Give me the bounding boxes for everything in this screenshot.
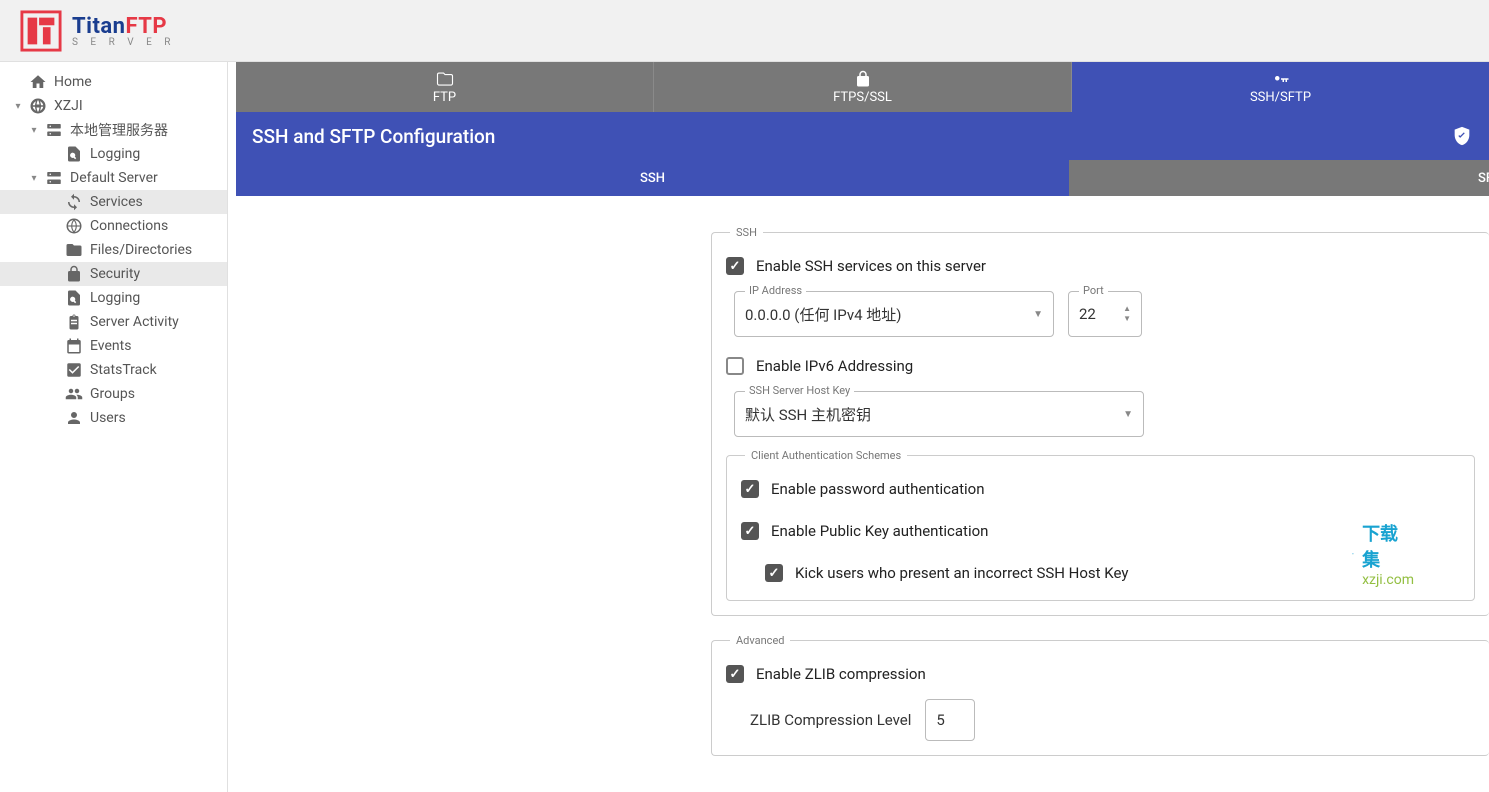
group-icon <box>64 384 84 404</box>
tree-admin-logging[interactable]: Logging <box>0 142 227 166</box>
advanced-fieldset: Advanced Enable ZLIB compression ZLIB Co… <box>711 634 1489 756</box>
subtab-ssh[interactable]: SSH <box>236 160 1069 196</box>
watermark-en: xzji.com <box>1362 572 1414 588</box>
step-up-icon[interactable]: ▲ <box>1123 305 1131 313</box>
tree-home[interactable]: Home <box>0 70 227 94</box>
sync-icon <box>64 192 84 212</box>
advanced-legend: Advanced <box>730 634 790 647</box>
tree-default-server[interactable]: ▾ Default Server <box>0 166 227 190</box>
content: FTP FTPS/SSL SSH/SFTP SSH and SFTP Confi… <box>236 62 1489 792</box>
ssh-legend: SSH <box>730 226 763 239</box>
watermark-cn: 下载集 <box>1362 520 1414 572</box>
kick-users-label: Kick users who present an incorrect SSH … <box>795 564 1128 582</box>
chevron-down-icon: ▼ <box>1123 409 1133 420</box>
ip-value: 0.0.0.0 (任何 IPv4 地址) <box>745 304 1033 325</box>
hostkey-label: SSH Server Host Key <box>745 384 854 397</box>
hostkey-value: 默认 SSH 主机密钥 <box>745 404 1123 425</box>
ip-label: IP Address <box>745 284 806 297</box>
zlib-level-input[interactable]: 5 <box>925 699 975 741</box>
search-doc-icon <box>64 288 84 308</box>
port-value: 22 <box>1079 305 1123 323</box>
folder-icon <box>64 240 84 260</box>
tree-security[interactable]: Security <box>0 262 227 286</box>
enable-ipv6-checkbox[interactable] <box>726 357 744 375</box>
zlib-level-value: 5 <box>936 711 964 729</box>
tree-services[interactable]: Services <box>0 190 227 214</box>
ssh-fieldset: SSH Enable SSH services on this server I… <box>711 226 1489 616</box>
key-icon <box>1272 70 1290 88</box>
tree-activity[interactable]: Server Activity <box>0 310 227 334</box>
shield-check-icon <box>1451 125 1473 147</box>
logo-icon <box>20 10 62 52</box>
tree-connections[interactable]: Connections <box>0 214 227 238</box>
zlib-level-label: ZLIB Compression Level <box>750 711 911 729</box>
tree-logging[interactable]: Logging <box>0 286 227 310</box>
tree-events[interactable]: Events <box>0 334 227 358</box>
calendar-icon <box>64 336 84 356</box>
step-down-icon[interactable]: ▼ <box>1123 315 1131 323</box>
config-titlebar: SSH and SFTP Configuration <box>236 112 1489 160</box>
subtab-sftp[interactable]: SF <box>1069 160 1489 196</box>
tab-ftp[interactable]: FTP <box>236 62 654 112</box>
port-label: Port <box>1079 284 1108 297</box>
kick-users-checkbox[interactable] <box>765 564 783 582</box>
server-icon <box>44 120 64 140</box>
tree-users[interactable]: Users <box>0 406 227 430</box>
pubkey-auth-label: Enable Public Key authentication <box>771 522 988 540</box>
tab-ftps[interactable]: FTPS/SSL <box>654 62 1072 112</box>
enable-ipv6-label: Enable IPv6 Addressing <box>756 357 913 375</box>
chevron-down-icon[interactable]: ▾ <box>8 101 28 112</box>
globe-icon <box>64 216 84 236</box>
tree-domain[interactable]: ▾ XZJI <box>0 94 227 118</box>
auth-legend: Client Authentication Schemes <box>745 449 907 462</box>
logo-text-titan: Titan <box>72 14 126 39</box>
lock-icon <box>64 264 84 284</box>
password-auth-checkbox[interactable] <box>741 480 759 498</box>
zlib-label: Enable ZLIB compression <box>756 665 926 683</box>
tab-ssh-sftp[interactable]: SSH/SFTP <box>1072 62 1489 112</box>
topbar: TitanFTP S E R V E R <box>0 0 1489 62</box>
port-stepper[interactable]: ▲▼ <box>1123 305 1131 323</box>
server-icon <box>44 168 64 188</box>
tree-groups[interactable]: Groups <box>0 382 227 406</box>
chevron-down-icon: ▼ <box>1033 309 1043 320</box>
tree-local-admin[interactable]: ▾ 本地管理服务器 <box>0 118 227 142</box>
logo: TitanFTP S E R V E R <box>20 10 175 52</box>
home-icon <box>28 72 48 92</box>
watermark: 下载集 xzji.com <box>1352 520 1414 588</box>
config-title: SSH and SFTP Configuration <box>252 125 495 148</box>
password-auth-label: Enable password authentication <box>771 480 985 498</box>
sidebar: Home ▾ XZJI ▾ 本地管理服务器 Logging ▾ Default … <box>0 62 228 792</box>
logo-subtext: S E R V E R <box>72 37 175 48</box>
config-panel: SSH Enable SSH services on this server I… <box>236 196 1489 792</box>
logo-text-ftp: FTP <box>126 14 168 39</box>
download-arrow-icon <box>1352 553 1354 555</box>
chevron-down-icon[interactable]: ▾ <box>24 125 44 136</box>
folder-icon <box>436 70 454 88</box>
hostkey-select[interactable]: SSH Server Host Key 默认 SSH 主机密钥 ▼ <box>734 391 1144 437</box>
enable-ssh-checkbox[interactable] <box>726 257 744 275</box>
lock-icon <box>854 70 872 88</box>
port-input[interactable]: Port 22 ▲▼ <box>1068 291 1142 337</box>
chevron-down-icon[interactable]: ▾ <box>24 173 44 184</box>
pubkey-auth-checkbox[interactable] <box>741 522 759 540</box>
enable-ssh-label: Enable SSH services on this server <box>756 257 986 275</box>
user-icon <box>64 408 84 428</box>
tree-stats[interactable]: StatsTrack <box>0 358 227 382</box>
ssh-subtabs: SSH SF <box>236 160 1489 196</box>
tree-files[interactable]: Files/Directories <box>0 238 227 262</box>
search-doc-icon <box>64 144 84 164</box>
clipboard-icon <box>64 312 84 332</box>
globe-icon <box>28 96 48 116</box>
protocol-tabs: FTP FTPS/SSL SSH/SFTP <box>236 62 1489 112</box>
ip-address-select[interactable]: IP Address 0.0.0.0 (任何 IPv4 地址) ▼ <box>734 291 1054 337</box>
zlib-checkbox[interactable] <box>726 665 744 683</box>
check-box-icon <box>64 360 84 380</box>
auth-fieldset: Client Authentication Schemes Enable pas… <box>726 449 1475 601</box>
